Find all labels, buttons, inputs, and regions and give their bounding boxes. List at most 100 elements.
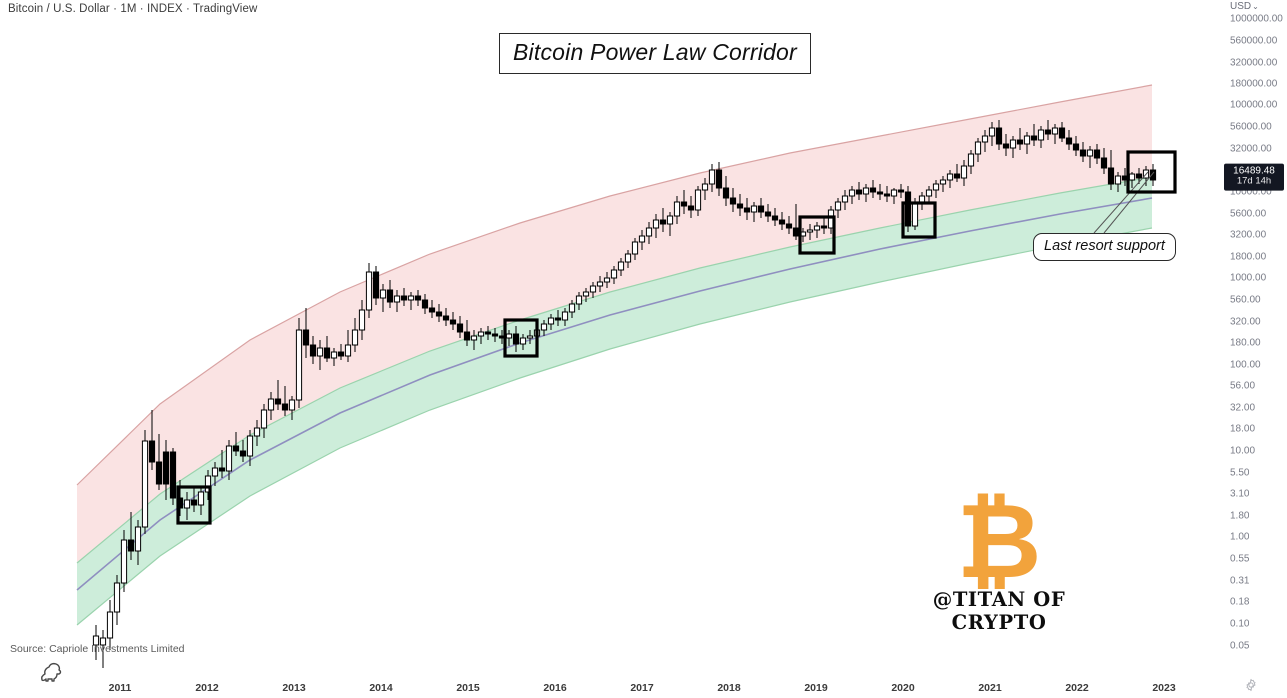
candle-body [554,317,562,321]
candle-body [372,271,380,299]
candle-body [792,227,800,237]
price-axis-tick: 18.00 [1230,423,1256,435]
candle-body [813,225,821,231]
candle-body [589,285,597,293]
candle-body [253,427,261,437]
candle-body [1030,135,1038,141]
time-axis-year: 2015 [456,682,480,694]
price-axis-tick: 5.50 [1230,467,1250,479]
candle-body [267,398,275,411]
candle-body [1023,135,1031,145]
candle-body [876,191,884,195]
price-axis-tick: 0.10 [1230,618,1250,630]
candle-body [323,347,331,359]
candle-body [400,295,408,301]
candle-body [736,203,744,209]
price-axis-tick: 320.00 [1230,316,1261,328]
candle-body [351,329,359,346]
candle-body [834,201,842,211]
candle-body [820,225,828,229]
gear-icon[interactable] [1244,678,1258,692]
candle-body [1135,173,1143,179]
candle-body [260,409,268,429]
bitcoin-logo-icon: ₿ [956,480,1042,602]
candle-body [106,611,114,639]
time-axis-year: 2023 [1152,682,1176,694]
candle-body [1065,137,1073,145]
watermark-handle: @TITAN OF CRYPTO [932,588,1066,635]
candle-body [449,319,457,325]
candle-body [757,205,765,213]
price-axis-tick: 1000000.00 [1230,13,1283,25]
currency-label: USD [1230,1,1252,12]
candle-body [743,207,751,213]
candle-body [379,289,387,299]
candle-body [953,173,961,179]
current-price-badge[interactable]: 16489.48 17d 14h [1224,163,1284,191]
candle-body [918,195,926,203]
currency-selector[interactable]: USD⌄ [1230,1,1259,12]
candle-body [610,269,618,279]
price-axis-tick: 56.00 [1230,380,1256,392]
candle-body [967,153,975,167]
candle-body [491,333,499,337]
price-axis-tick: 32000.00 [1230,143,1272,155]
candle-body [470,335,478,341]
candle-body [141,440,149,528]
time-axis-year: 2013 [282,682,306,694]
time-axis-year: 2016 [543,682,567,694]
price-axis-tick: 180000.00 [1230,78,1278,90]
time-axis-year: 2021 [978,682,1002,694]
candle-body [603,277,611,283]
candle-body [183,499,191,509]
candle-body [344,344,352,357]
candle-body [232,445,240,452]
candle-body [771,215,779,221]
candle-body [1100,157,1108,169]
bar-countdown: 17d 14h [1236,175,1272,187]
candle-body [1009,139,1017,149]
chevron-down-icon: ⌄ [1252,2,1259,11]
candle-body [659,219,667,225]
candle-body [155,461,163,485]
candle-body [624,253,632,263]
candle-body [1093,149,1101,159]
candle-body [274,398,282,405]
watermark: ₿ @TITAN OF CRYPTO [898,480,1100,635]
candle-body [526,335,534,339]
candle-body [946,173,954,181]
source-attribution: Source: Capriole Investments Limited [10,643,185,655]
candle-body [645,227,653,237]
candle-body [337,351,345,357]
candle-body [680,201,688,207]
candle-body [512,333,520,345]
time-axis[interactable]: 2011 2012 2013 2014 2015 2016 2017 2018 2019 2020… [0,676,1222,698]
price-axis-tick: 100000.00 [1230,99,1278,111]
candle-body [435,311,443,317]
candle-body [428,307,436,313]
candle-body [582,291,590,297]
candle-body [127,539,135,552]
time-axis-year: 2011 [108,682,132,694]
candle-body [729,197,737,205]
price-axis-tick: 560000.00 [1230,35,1278,47]
candle-body [841,195,849,203]
price-axis[interactable]: USD⌄ 1000000.00 560000.00 320000.00 180000.… [1222,0,1287,698]
candle-body [421,299,429,309]
candle-body [463,331,471,341]
candle-body [547,317,555,325]
price-axis-tick: 56000.00 [1230,121,1272,133]
candle-body [225,445,233,472]
time-axis-year: 2020 [891,682,915,694]
candle-body [932,183,940,191]
candle-body [890,189,898,197]
price-axis-tick: 32.00 [1230,402,1256,414]
chart-title-annotation: Bitcoin Power Law Corridor [499,33,811,74]
candle-body [1128,173,1136,181]
candle-body [407,295,415,301]
candle-body [575,295,583,305]
candle-body [848,189,856,197]
candle-body [960,165,968,179]
candle-body [897,189,905,193]
candle-body [862,187,870,195]
